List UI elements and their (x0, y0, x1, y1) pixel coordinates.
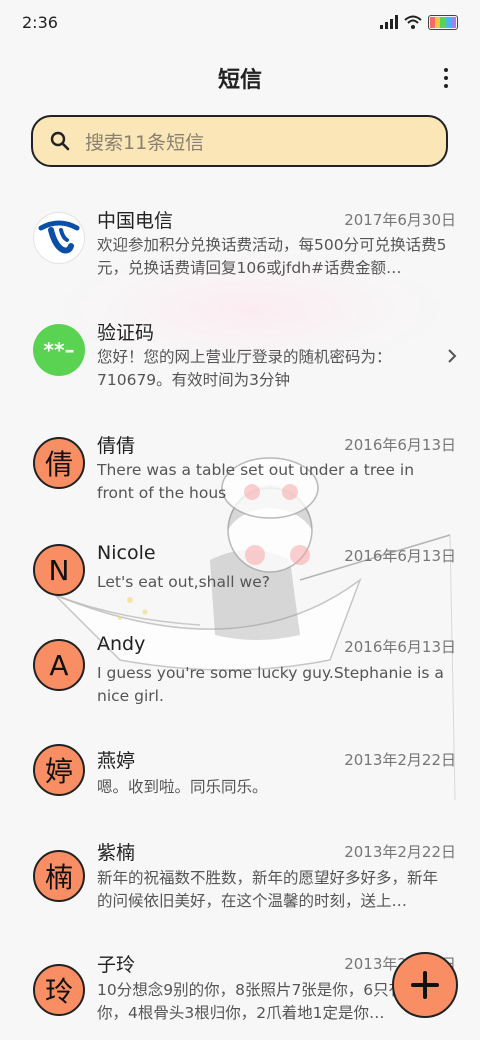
conversation-row[interactable]: 楠 紫楠 2013年2月22日 新年的祝福数不胜数，新年的愿望好多好多，新年的问… (0, 830, 480, 940)
message-preview: 嗯。收到啦。同乐同乐。 (97, 778, 268, 796)
message-date: 2016年6月13日 (344, 638, 456, 656)
page-title: 短信 (217, 68, 262, 93)
conversation-row[interactable]: A Andy 2016年6月13日 I guess you're some lu… (0, 623, 480, 733)
contact-name: 紫楠 (97, 842, 136, 864)
status-icons (380, 14, 458, 30)
conversation-row[interactable]: N Nicole 2016年6月13日 Let's eat out,shall … (0, 530, 480, 620)
search-icon (50, 131, 70, 151)
verification-badge: **– (33, 324, 85, 376)
message-preview: 您好！您的网上营业厅登录的随机密码为：710679。有效时间为3分钟 (97, 348, 392, 389)
search-bar[interactable]: 搜索11条短信 (31, 115, 448, 167)
search-placeholder: 搜索11条短信 (85, 131, 205, 154)
contact-avatar: 倩 (33, 437, 85, 489)
contact-name: Andy (97, 633, 146, 655)
contact-avatar: N (33, 544, 85, 596)
contact-avatar: 玲 (33, 964, 85, 1016)
contact-avatar: A (33, 639, 85, 691)
contact-name: Nicole (97, 542, 156, 564)
clock: 2:36 (22, 12, 58, 32)
contact-name: 子玲 (97, 954, 136, 976)
status-bar: 2:36 (0, 0, 480, 44)
message-date: 2013年2月22日 (344, 751, 456, 769)
battery-icon (428, 14, 458, 30)
message-date: 2017年6月30日 (344, 211, 456, 229)
signal-icon (380, 15, 398, 29)
contact-name: 倩倩 (97, 435, 136, 457)
message-preview: I guess you're some lucky guy.Stephanie … (97, 664, 444, 705)
message-preview: 欢迎参加积分兑换话费活动，每500分可兑换话费5元，兑换话费请回复106或jfd… (97, 236, 447, 277)
plus-icon (411, 971, 439, 999)
wifi-icon (404, 15, 422, 29)
title-bar: 短信 (0, 56, 480, 100)
contact-name: 燕婷 (97, 750, 136, 772)
message-preview: Let's eat out,shall we? (97, 573, 270, 591)
contact-avatar: 楠 (33, 850, 85, 902)
contact-name: 验证码 (97, 322, 155, 344)
conversation-row[interactable]: 中国电信 2017年6月30日 欢迎参加积分兑换话费活动，每500分可兑换话费5… (0, 190, 480, 300)
telecom-logo-icon (33, 212, 85, 264)
conversation-row[interactable]: **– 验证码 您好！您的网上营业厅登录的随机密码为：710679。有效时间为3… (0, 302, 480, 412)
conversation-row[interactable]: 倩 倩倩 2016年6月13日 There was a table set ou… (0, 415, 480, 525)
message-preview: 新年的祝福数不胜数，新年的愿望好多好多，新年的问候依旧美好，在这个温馨的时刻，送… (97, 869, 439, 910)
message-preview: There was a table set out under a tree i… (97, 461, 415, 502)
new-message-button[interactable] (392, 952, 458, 1018)
contact-name: 中国电信 (97, 210, 174, 232)
message-date: 2016年6月13日 (344, 547, 456, 565)
chevron-right-icon (448, 349, 457, 363)
contact-avatar: 婷 (33, 744, 85, 796)
conversation-row[interactable]: 婷 燕婷 2013年2月22日 嗯。收到啦。同乐同乐。 (0, 736, 480, 826)
more-options-button[interactable] (436, 64, 456, 92)
message-date: 2013年2月22日 (344, 843, 456, 861)
message-date: 2016年6月13日 (344, 436, 456, 454)
